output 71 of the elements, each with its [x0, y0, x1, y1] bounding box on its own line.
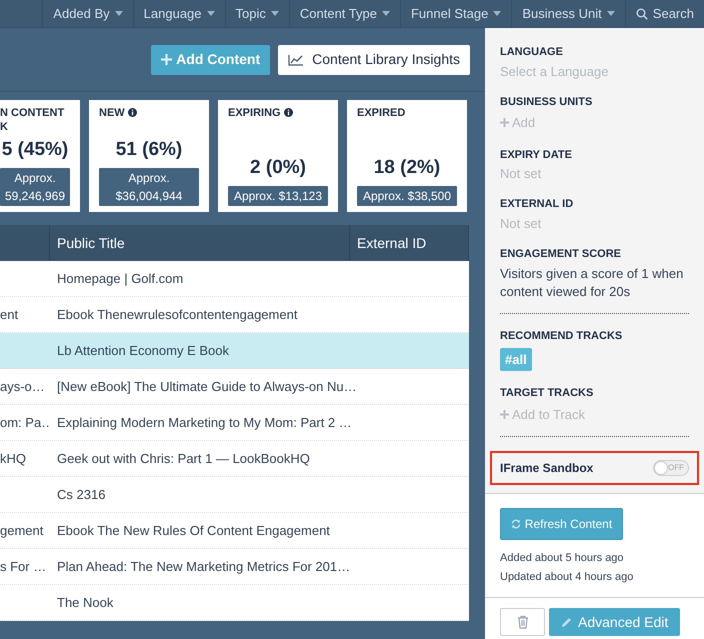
approx-value: Approx. 59,246,969 — [0, 168, 70, 206]
insights-button[interactable]: Content Library Insights — [278, 44, 470, 74]
table-cell-text: Cs 2316 — [57, 486, 106, 504]
table-cell-text: Ebook Thenewrulesofcontentengagement — [57, 306, 298, 324]
field-label: RECOMMEND TRACKS — [500, 329, 624, 344]
pencil-icon — [561, 616, 572, 628]
approx-value: Approx. $38,500 — [357, 186, 457, 206]
column-header[interactable]: External ID — [357, 232, 426, 254]
table-cell-text: kHQ — [0, 450, 26, 468]
refresh-icon — [510, 519, 521, 529]
table-cell-text: Ebook The New Rules Of Content Engagement — [57, 522, 330, 540]
column-header[interactable]: Public Title — [57, 232, 125, 254]
field-label: EXTERNAL ID — [500, 197, 574, 212]
timestamp-text: Updated about 4 hours ago — [500, 570, 634, 584]
timestamp-text: Added about 5 hours ago — [500, 551, 625, 566]
card-title: EXPIRED — [357, 106, 406, 120]
caret-icon — [206, 11, 215, 16]
text-input[interactable]: Not set — [500, 166, 670, 182]
text-input[interactable]: Select a Language — [500, 64, 670, 80]
filter-dropdown[interactable]: Added By — [42, 0, 133, 27]
card-title: EXPIRING — [228, 106, 281, 120]
line-chart-icon — [288, 54, 304, 66]
table-cell-text: The Nook — [57, 594, 114, 612]
stat-value: 51 (6%) — [114, 138, 184, 162]
toggle-label: IFrame Sandbox — [500, 460, 594, 477]
plus-icon — [500, 410, 509, 419]
filter-dropdown[interactable]: Funnel Stage — [400, 0, 512, 27]
table-cell-text: [New eBook] The Ultimate Guide to Always-on Nu… — [57, 378, 357, 396]
card-title: NEW — [99, 106, 125, 120]
table-cell-text: Homepage | Golf.com — [57, 270, 184, 288]
table-cell-text: Plan Ahead: The New Marketing Metrics For 201… — [57, 558, 350, 576]
trash-icon — [516, 615, 528, 629]
plus-icon — [500, 118, 509, 128]
field-label: ENGAGEMENT SCORE — [500, 246, 622, 262]
add-content-button[interactable]: Add Content — [151, 44, 270, 74]
table-cell-text: gement — [0, 522, 44, 540]
caret-icon — [114, 11, 123, 16]
filter-dropdown[interactable]: Language — [132, 0, 225, 27]
stat-value: 2 (0%) — [249, 156, 307, 180]
advanced-edit-button[interactable]: Advanced Edit — [549, 608, 680, 636]
table-row[interactable]: Lb Attention Economy E Book — [0, 333, 469, 369]
card-title: N CONTENT K — [0, 106, 64, 134]
field-label: TARGET TRACKS — [500, 386, 594, 401]
approx-value: Approx. $36,004,944 — [99, 168, 199, 206]
stat-value: 18 (2%) — [372, 156, 442, 180]
filter-dropdown[interactable]: Content Type — [288, 0, 400, 27]
plus-icon — [161, 54, 172, 65]
text-input[interactable]: Not set — [500, 216, 670, 232]
caret-icon — [382, 11, 390, 16]
filter-dropdown[interactable]: Business Unit — [511, 0, 625, 27]
table-cell-text: ays-o… — [0, 378, 45, 396]
field-label: LANGUAGE — [500, 45, 564, 60]
caret-icon — [493, 11, 502, 16]
refresh-content-button[interactable]: Refresh Content — [500, 508, 623, 540]
table-cell-text: ent — [0, 306, 18, 324]
table-cell-text: Explaining Modern Marketing to My Mom: Part 2 … — [57, 414, 352, 432]
stat-value: 5 (45%) — [0, 138, 70, 162]
field-value: Visitors given a score of 1 when content viewed for 20s — [500, 265, 684, 301]
caret-icon — [606, 11, 615, 16]
search-icon — [636, 8, 648, 20]
search-button[interactable]: Search — [624, 0, 704, 27]
caret-icon — [270, 11, 279, 16]
table-cell-text: Geek out with Chris: Part 1 — LookBookHQ — [57, 450, 310, 468]
field-label: EXPIRY DATE — [500, 148, 573, 162]
table-cell-text: s For … — [0, 558, 46, 576]
field-label: BUSINESS UNITS — [500, 94, 594, 110]
filter-dropdown[interactable]: Topic — [224, 0, 289, 27]
table-cell-text: Lb Attention Economy E Book — [57, 342, 229, 360]
approx-value: Approx. $13,123 — [228, 186, 328, 206]
delete-button[interactable] — [500, 608, 545, 636]
table-cell-text: om: Pa… — [0, 414, 50, 432]
